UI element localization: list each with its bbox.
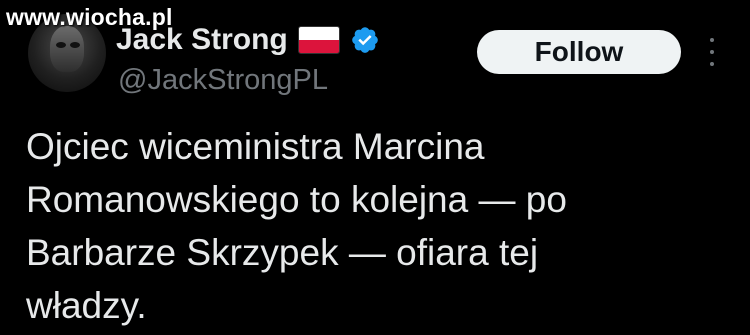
poland-flag-icon	[297, 26, 340, 54]
tweet-line: władzy.	[26, 285, 147, 326]
tweet-line: Barbarze Skrzypek — ofiara tej	[26, 232, 539, 273]
tweet-line: Ojciec wiceministra Marcina	[26, 126, 485, 167]
mask-figure	[50, 26, 84, 72]
author-display-name[interactable]: Jack Strong	[116, 23, 288, 57]
avatar-right-eye	[70, 42, 80, 48]
follow-button[interactable]: Follow	[477, 30, 681, 74]
tweet-text: Ojciec wiceministra Marcina Romanowskieg…	[26, 120, 726, 332]
tweet-card: www.wiocha.pl Jack Strong @JackStrongPL …	[0, 0, 750, 335]
verified-badge-icon[interactable]	[350, 25, 380, 55]
author-name-row: Jack Strong	[116, 20, 380, 60]
more-options-icon[interactable]	[707, 38, 717, 66]
author-handle[interactable]: @JackStrongPL	[118, 64, 328, 97]
avatar-left-eye	[56, 42, 66, 48]
tweet-line: Romanowskiego to kolejna — po	[26, 179, 567, 220]
